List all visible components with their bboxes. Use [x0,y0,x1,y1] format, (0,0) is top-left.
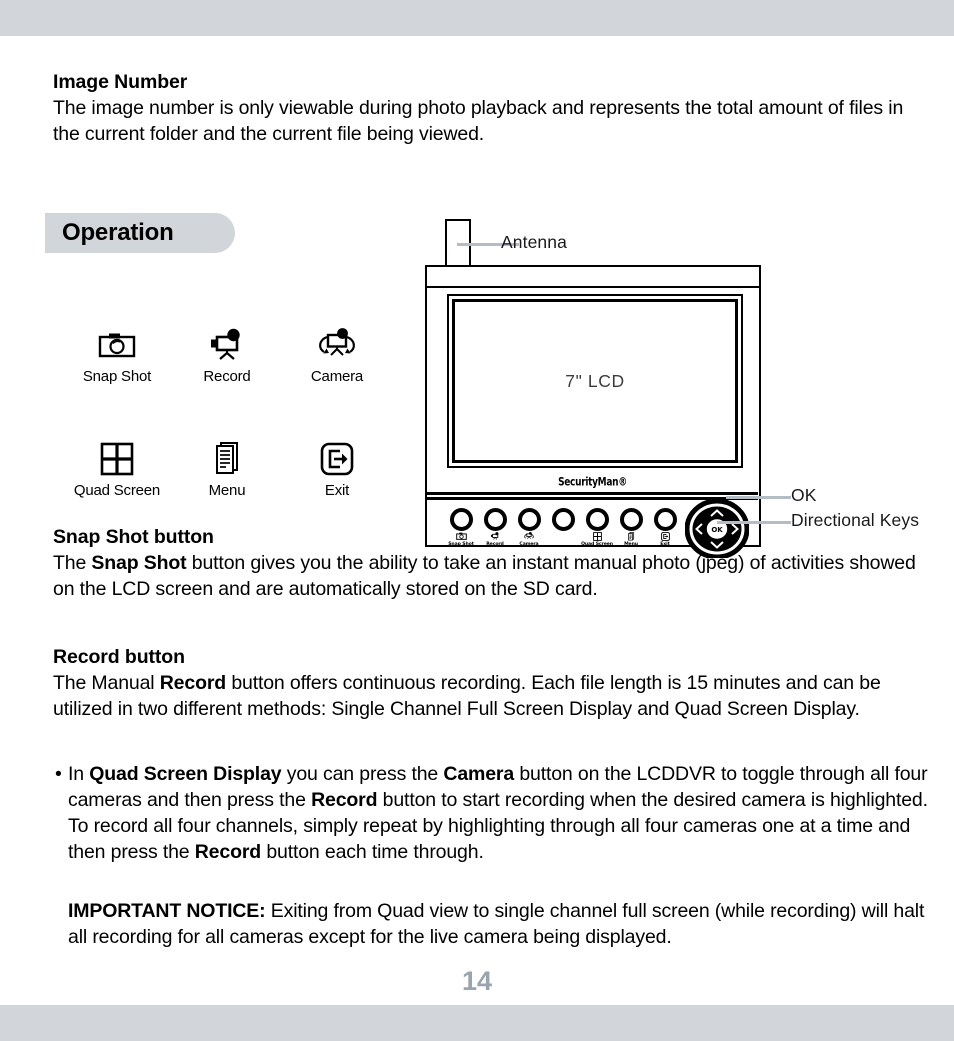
lcd-screen-label: 7" LCD [565,370,625,391]
snap-shot-icon [97,326,137,364]
legend-item-quad-screen: Quad Screen [62,440,172,499]
icon-legend: Snap Shot Record Camera Quad Screen Menu… [62,326,392,499]
bullet-text-2: you can press the [281,763,444,785]
bullet-bold-2: Camera [443,763,515,785]
callout-line-ok [726,496,791,499]
operation-label: Operation [62,219,174,246]
record-heading: Record button [53,646,185,668]
snap-shot-section: Snap Shot button The Snap Shot button gi… [53,525,933,603]
legend-label-exit: Exit [324,482,350,499]
record-bold-1: Record [159,671,227,694]
top-band [0,0,954,36]
callout-antenna-label: Antenna [501,232,567,252]
important-notice-section: IMPORTANT NOTICE: Exiting from Quad view… [68,899,938,951]
image-number-heading: Image Number [53,71,188,93]
legend-label-camera: Camera [310,368,364,385]
panel-divider-upper [427,492,758,495]
snap-shot-heading: Snap Shot button [53,526,214,548]
icon-legend-row-1: Snap Shot Record Camera [62,326,392,385]
bullet-item: • In Quad Screen Display you can press t… [53,762,938,866]
exit-icon [320,440,354,478]
page-content: Image Number The image number is only vi… [0,36,954,1005]
brand-logo-text: SecurityMan® [558,476,627,490]
callout-line-directional-keys [717,521,791,524]
bullet-text-1: In [68,763,90,785]
snap-shot-text-1: The [53,551,92,574]
quad-screen-icon [100,440,134,478]
record-paragraph: The Manual Record button offers continuo… [53,671,933,723]
legend-item-record: Record [172,326,282,385]
callout-ok-label: OK [791,485,817,505]
bullet-bold-4: Record [194,840,262,863]
legend-item-exit: Exit [282,440,392,499]
snap-shot-bold-1: Snap Shot [91,551,187,574]
bullet-paragraph: In Quad Screen Display you can press the… [68,762,938,866]
brand-strip: SecurityMan® [427,474,758,492]
important-notice-paragraph: IMPORTANT NOTICE: Exiting from Quad view… [68,899,938,951]
legend-label-snap-shot: Snap Shot [82,368,152,385]
legend-label-menu: Menu [208,482,246,499]
camera-icon [313,326,361,364]
record-text-1: The Manual [53,671,160,694]
record-section: Record button The Manual Record button o… [53,645,933,723]
legend-item-camera: Camera [282,326,392,385]
legend-item-menu: Menu [172,440,282,499]
icon-legend-row-2: Quad Screen Menu Exit [62,440,392,499]
legend-label-quad-screen: Quad Screen [73,482,161,499]
device-lower-case: 7" LCD SecurityMan® Snap Shot Record Cam… [425,288,761,560]
snap-shot-paragraph: The Snap Shot button gives you the abili… [53,551,933,603]
lcd-screen-bezel: 7" LCD [447,294,743,468]
image-number-paragraph: The image number is only viewable during… [53,96,904,145]
device-diagram: Antenna 7" LCD SecurityMan® Snap Shot Re… [423,219,943,560]
lcd-screen: 7" LCD [452,299,738,463]
bullet-text-5: button each time through. [261,840,484,863]
image-number-section: Image Number The image number is only vi… [53,70,929,148]
legend-item-snap-shot: Snap Shot [62,326,172,385]
operation-section-heading: Operation [45,213,235,253]
record-icon [206,326,248,364]
quad-screen-bullet-section: • In Quad Screen Display you can press t… [53,762,938,866]
device-body: 7" LCD SecurityMan® Snap Shot Record Cam… [425,265,761,560]
bullet-bold-3: Record [311,788,378,811]
legend-label-record: Record [203,368,251,385]
top-bezel [425,265,761,288]
bottom-band [0,1005,954,1041]
bullet-marker: • [55,763,62,785]
bullet-bold-1: Quad Screen Display [89,763,282,785]
page-number: 14 [461,966,493,996]
menu-icon [210,440,244,478]
important-notice-label: IMPORTANT NOTICE: [68,900,266,922]
